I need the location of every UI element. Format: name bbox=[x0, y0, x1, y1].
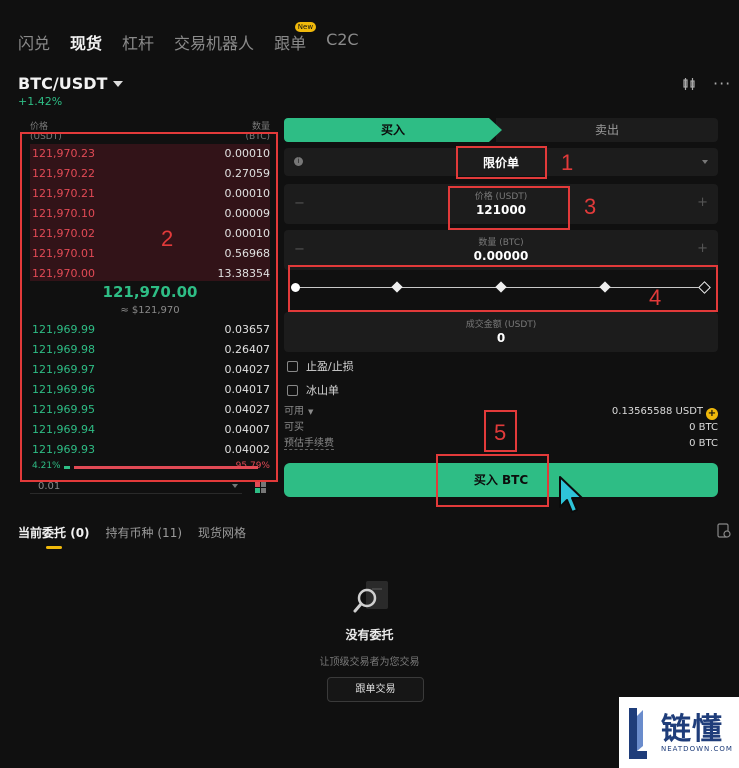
top-tabs: 闪兑 现货 杠杆 交易机器人 跟单 New C2C bbox=[18, 22, 359, 54]
annotation-box-2 bbox=[20, 132, 278, 482]
chevron-down-icon bbox=[702, 160, 708, 164]
order-history-icon[interactable] bbox=[717, 523, 731, 539]
iceberg-label: 冰山单 bbox=[306, 384, 339, 397]
checkbox-box bbox=[287, 384, 298, 396]
depth-value: 0.01 bbox=[38, 481, 61, 492]
quantity-label: 数量 (BTC) bbox=[478, 238, 524, 248]
tab-holdings[interactable]: 持有币种 (11) bbox=[106, 524, 182, 541]
chevron-down-icon bbox=[113, 80, 124, 87]
candlestick-chart-icon[interactable] bbox=[681, 76, 697, 92]
empty-orders-icon bbox=[353, 581, 388, 613]
tp-sl-checkbox[interactable]: 止盈/止损 bbox=[287, 358, 354, 374]
available-label[interactable]: 可用 bbox=[284, 406, 304, 417]
total-input[interactable]: 成交金额 (USDT) 0 bbox=[284, 312, 718, 352]
annotation-box-3 bbox=[448, 186, 570, 230]
iceberg-checkbox[interactable]: 冰山单 bbox=[287, 382, 339, 398]
tab-trading-bot[interactable]: 交易机器人 bbox=[174, 30, 254, 54]
pair-symbol: BTC/USDT bbox=[18, 74, 108, 93]
tab-copy-trading[interactable]: 跟单 New bbox=[274, 22, 317, 54]
tab-margin[interactable]: 杠杆 bbox=[122, 30, 154, 54]
tab-holdings-label: 持有币种 bbox=[105, 526, 154, 540]
tab-sell[interactable]: 卖出 bbox=[496, 118, 718, 142]
annotation-number-3: 3 bbox=[584, 194, 597, 219]
qty-header: 数量 bbox=[251, 122, 270, 132]
available-value-wrap: 0.13565588 USDT + bbox=[612, 404, 718, 420]
chevron-down-icon bbox=[232, 484, 238, 488]
more-options-icon[interactable]: ··· bbox=[713, 74, 731, 93]
tab-flash-swap[interactable]: 闪兑 bbox=[18, 30, 50, 54]
total-value: 0 bbox=[496, 331, 506, 345]
tab-open-orders[interactable]: 当前委托 (0) bbox=[18, 524, 90, 541]
watermark-logo-icon bbox=[629, 708, 647, 759]
available-value: 0.13565588 USDT bbox=[611, 406, 703, 417]
depth-precision-select[interactable]: 0.01 bbox=[30, 480, 242, 494]
pair-selector[interactable]: BTC/USDT bbox=[18, 74, 124, 93]
quantity-value: 0.00000 bbox=[473, 249, 529, 263]
tab-c2c[interactable]: C2C bbox=[326, 30, 359, 54]
tab-open-orders-label: 当前委托 bbox=[18, 526, 67, 540]
add-funds-icon[interactable]: + bbox=[706, 408, 718, 420]
checkbox-box bbox=[287, 360, 298, 372]
tab-buy[interactable]: 买入 bbox=[284, 118, 502, 142]
chevron-down-icon: ▼ bbox=[308, 408, 314, 416]
annotation-number-5: 5 bbox=[494, 420, 507, 445]
watermark: 链懂 NEATDOWN.COM bbox=[619, 697, 739, 768]
tab-spot[interactable]: 现货 bbox=[70, 30, 102, 54]
tab-holdings-count: (11) bbox=[157, 526, 183, 540]
mouse-cursor-icon bbox=[559, 476, 583, 513]
copy-trading-button[interactable]: 跟单交易 bbox=[327, 677, 424, 702]
watermark-subtext: NEATDOWN.COM bbox=[661, 745, 733, 753]
empty-subtitle: 让顶级交易者为您交易 bbox=[319, 657, 420, 668]
new-badge: New bbox=[294, 22, 317, 32]
tab-spot-grid[interactable]: 现货网格 bbox=[198, 524, 246, 541]
annotation-number-1: 1 bbox=[561, 150, 574, 175]
price-change: +1.42% bbox=[18, 95, 63, 108]
annotation-number-4: 4 bbox=[649, 285, 662, 310]
buy-sell-tabs: 卖出 买入 bbox=[284, 118, 718, 142]
tab-open-orders-count: (0) bbox=[70, 526, 90, 540]
quantity-input[interactable]: − 数量 (BTC) 0.00000 + bbox=[284, 230, 718, 270]
tab-spot-grid-label: 现货网格 bbox=[198, 526, 247, 540]
price-header: 价格 bbox=[30, 122, 49, 132]
tp-sl-label: 止盈/止损 bbox=[306, 360, 354, 373]
annotation-box-buy-button bbox=[436, 454, 549, 507]
can-buy-label: 可买 bbox=[284, 422, 304, 433]
watermark-text: 链懂 bbox=[661, 712, 723, 747]
price-increase-button[interactable]: + bbox=[697, 195, 708, 210]
active-tab-indicator bbox=[46, 546, 62, 549]
total-label: 成交金额 (USDT) bbox=[465, 320, 537, 330]
orderbook-layout-icon[interactable] bbox=[255, 482, 267, 494]
tab-copy-trading-label: 跟单 bbox=[274, 34, 307, 53]
can-buy-value: 0 BTC bbox=[689, 422, 718, 433]
empty-title: 没有委托 bbox=[345, 628, 394, 642]
fee-label: 预估手续费 bbox=[284, 438, 334, 450]
quantity-increase-button[interactable]: + bbox=[697, 241, 708, 256]
fee-value: 0 BTC bbox=[689, 438, 718, 449]
annotation-box-1 bbox=[456, 146, 547, 179]
annotation-number-2: 2 bbox=[161, 226, 174, 251]
orders-tabs: 当前委托 (0) 持有币种 (11) 现货网格 bbox=[18, 524, 246, 541]
